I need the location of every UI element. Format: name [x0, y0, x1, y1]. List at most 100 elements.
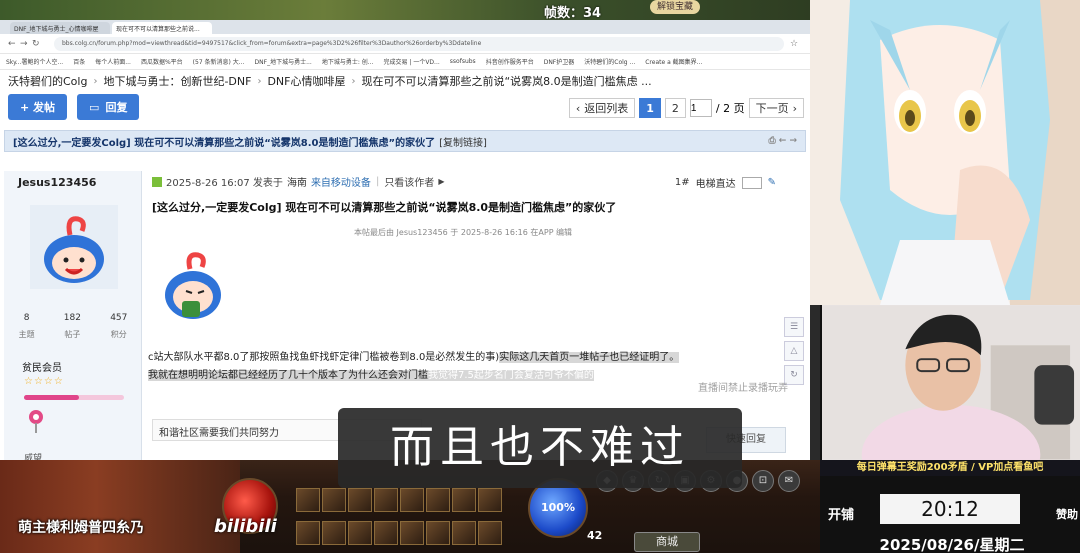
post-device[interactable]: 来自移动设备 [311, 174, 371, 189]
elevator-label: 电梯直达 [695, 179, 736, 190]
author-name[interactable]: Jesus123456 [18, 176, 96, 189]
bookmark[interactable]: ssofsubs [450, 58, 476, 65]
skill-slot[interactable] [478, 488, 502, 512]
skill-slot[interactable] [374, 488, 398, 512]
next-page-label: 下一页 [755, 102, 789, 115]
stat-value: 457 [110, 313, 128, 323]
elevator-input[interactable] [741, 176, 762, 189]
post-title: [这么过分,一定要发Colg] 现在可不可以清算那些之前说“说雾岚8.0是制造门… [152, 201, 617, 214]
browser-tab[interactable]: DNF_地下城与勇士_心情咖啡屋 [10, 22, 110, 34]
skill-slot[interactable] [452, 488, 476, 512]
page-2[interactable]: 2 [664, 98, 686, 118]
skill-slot[interactable] [348, 521, 372, 545]
forward-icon[interactable]: → [20, 39, 32, 49]
post-time: 2025-8-26 16:07 发表于 [166, 178, 283, 189]
bookmark[interactable]: 沃特碧们的Colg ... [584, 57, 635, 66]
divider: | [375, 176, 380, 187]
fps-counter: 帧数：34 [544, 6, 602, 21]
stat-label: 帖子 [64, 330, 81, 339]
watermark: 直播间禁止录播玩弄 [698, 383, 788, 394]
bookmark[interactable]: (57 条新消息) 大... [193, 57, 245, 66]
stat-value: 8 [23, 313, 30, 323]
rank-progress [24, 395, 124, 400]
bookmark[interactable]: 西瓜数据%平台 [141, 57, 183, 66]
skill-slot[interactable] [426, 521, 450, 545]
lollipop-icon [29, 410, 43, 433]
streamer-name: 萌主様利姆普四糸乃 [18, 520, 144, 536]
skill-bar [296, 488, 526, 552]
stat-threads[interactable]: 8 主题 [19, 313, 35, 340]
action-row: + 发帖 ▭ 回复 ‹ 返回列表 1 2 / 2 页 下一页 › [0, 92, 810, 122]
bookmark[interactable]: 百条 [73, 57, 85, 66]
bookmark[interactable]: Sky...署鲍的个人空... [6, 57, 63, 66]
hud-art [0, 460, 240, 553]
new-post-button[interactable]: + 发帖 [8, 94, 68, 120]
reply-button[interactable]: ▭ 回复 [77, 94, 140, 120]
floor-number: 1# [674, 177, 690, 188]
chevron-right-icon: › [792, 101, 797, 115]
bookmark[interactable]: DNF护卫器 [544, 57, 575, 66]
skill-slot[interactable] [296, 521, 320, 545]
post-location: 海南 [286, 178, 307, 189]
breadcrumb-item[interactable]: 沃特碧们的Colg [8, 73, 87, 89]
stat-posts[interactable]: 182 帖子 [64, 313, 81, 340]
post-body-line: 我觉得7.5起步名门会复活可爷不偏的 [428, 370, 594, 381]
browser-tab-active[interactable]: 现在可不可以清算那些之前说... [112, 22, 212, 34]
thread-title: [这么过分,一定要发Colg] 现在可不可以清算那些之前说“说雾岚8.0是制造门… [13, 137, 436, 149]
back-to-list-label: 返回列表 [584, 102, 629, 115]
page-1[interactable]: 1 [639, 98, 661, 118]
bookmark[interactable]: 地下城与勇士: 创... [322, 57, 374, 66]
bookmark[interactable]: Create a 截图集界... [645, 57, 702, 66]
pen-icon[interactable]: ✎ [768, 177, 776, 188]
bookmark[interactable]: 抖音创作服务平台 [486, 57, 534, 66]
page-input[interactable] [689, 99, 712, 117]
avatar[interactable] [30, 205, 118, 289]
clock-time: 20:12 [880, 494, 1020, 524]
chevron-left-icon: ‹ [575, 101, 581, 115]
game-top-banner: 帧数：34 解锁宝藏 [0, 0, 810, 21]
comment-icon[interactable]: ☰ [784, 317, 804, 337]
clock-date: 2025/08/26/星期二 [879, 536, 1025, 553]
comment-icon: ▭ [89, 100, 100, 114]
bookmark[interactable]: 每个人前面... [95, 57, 131, 66]
thread-header: [这么过分,一定要发Colg] 现在可不可以清算那些之前说“说雾岚8.0是制造门… [4, 130, 806, 152]
skill-slot[interactable] [452, 521, 476, 545]
back-to-list-button[interactable]: ‹ 返回列表 [568, 98, 636, 118]
skill-slot[interactable] [426, 488, 450, 512]
triangle-right-icon: ▶ [438, 177, 445, 186]
post-body-line: 我就在想明明论坛都已经经历了几十个版本了为什么还会对门槛 [148, 370, 428, 381]
game-chip[interactable]: 解锁宝藏 [650, 0, 700, 14]
skill-slot[interactable] [296, 488, 320, 512]
reload-icon[interactable]: ↻ [32, 39, 44, 49]
pagination: ‹ 返回列表 1 2 / 2 页 下一页 › [568, 98, 804, 118]
skill-slot[interactable] [400, 488, 424, 512]
back-icon[interactable]: ← [8, 39, 20, 49]
breadcrumb-item[interactable]: 地下城与勇士：创新世纪-DNF [103, 73, 251, 89]
star-icon[interactable]: ☆ [790, 39, 802, 49]
print-icon[interactable]: ⎙ ← → [768, 136, 797, 146]
breadcrumb: 沃特碧们的Colg › 地下城与勇士：创新世纪-DNF › DNF心情咖啡屋 ›… [0, 70, 810, 92]
bookmark[interactable]: 完成交易 | 一个VD... [383, 57, 439, 66]
bookmark[interactable]: DNF_地下城与勇士... [255, 57, 312, 66]
only-author-link[interactable]: 只看该作者 [384, 174, 434, 189]
skill-slot[interactable] [374, 521, 398, 545]
skill-slot[interactable] [348, 488, 372, 512]
next-page-button[interactable]: 下一页 › [748, 98, 804, 118]
copy-link[interactable]: [复制链接] [439, 134, 487, 149]
post-body: c站大部队水平都8.0了那按照鱼找鱼虾找虾定律门槛被卷到8.0是必然发生的事)实… [148, 349, 788, 385]
skill-slot[interactable] [322, 488, 346, 512]
stat-label: 积分 [110, 330, 127, 339]
skill-slot[interactable] [322, 521, 346, 545]
stat-points[interactable]: 457 积分 [110, 313, 127, 340]
url-field[interactable]: bbs.colg.cn/forum.php?mod=viewthread&tid… [54, 36, 784, 51]
lock-icon[interactable]: ⊡ [752, 470, 774, 492]
post-meta: 2025-8-26 16:07 发表于 海南 来自移动设备 | 只看该作者 ▶ [152, 174, 444, 189]
up-icon[interactable]: △ [784, 341, 804, 361]
breadcrumb-item[interactable]: DNF心情咖啡屋 [267, 73, 345, 89]
shop-button[interactable]: 商城 [634, 532, 700, 552]
rank-stars: ☆☆☆☆ [24, 376, 64, 387]
mail-icon[interactable]: ✉ [778, 470, 800, 492]
skill-slot[interactable] [478, 521, 502, 545]
skill-slot[interactable] [400, 521, 424, 545]
author-panel: Jesus123456 8 主题 182 帖子 457 积分 贫民会员 ☆☆☆☆… [4, 171, 142, 464]
